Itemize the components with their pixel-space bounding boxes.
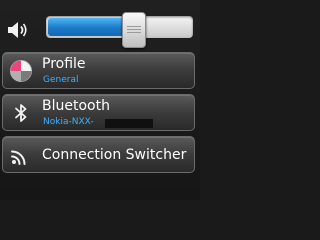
profile-title: Profile	[42, 56, 86, 72]
bluetooth-icon	[15, 104, 27, 122]
volume-row	[0, 0, 200, 52]
connection-switcher-title: Connection Switcher	[42, 147, 187, 163]
wifi-icon	[11, 150, 26, 165]
profile-icon	[10, 60, 32, 82]
volume-slider-thumb[interactable]	[122, 12, 146, 48]
bluetooth-title: Bluetooth	[42, 98, 110, 114]
volume-slider[interactable]	[46, 16, 193, 38]
status-menu-screen: Profile General Bluetooth Nokia-NXX- Con…	[0, 0, 200, 200]
profile-button[interactable]: Profile General	[2, 52, 195, 89]
connection-switcher-button[interactable]: Connection Switcher	[2, 136, 195, 173]
bluetooth-device-name: Nokia-NXX-	[43, 117, 94, 127]
profile-subtitle: General	[43, 75, 79, 85]
bluetooth-button[interactable]: Bluetooth Nokia-NXX-	[2, 94, 195, 131]
speaker-icon[interactable]	[7, 21, 29, 39]
redacted-device-suffix	[105, 119, 153, 128]
